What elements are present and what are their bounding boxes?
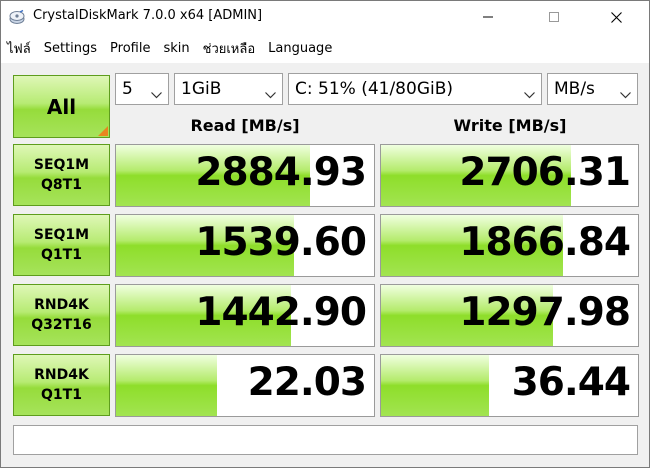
- read-result-value: 1442.90: [195, 290, 367, 335]
- write-result-value: 1866.84: [459, 220, 631, 265]
- menu-file[interactable]: ไฟล์: [1, 38, 38, 59]
- drive-select[interactable]: C: 51% (41/80GiB): [288, 73, 542, 105]
- test-size-value: 1GiB: [181, 79, 222, 99]
- write-result-value: 1297.98: [459, 290, 631, 335]
- maximize-button[interactable]: [531, 1, 577, 33]
- test-button-seq1m-q1t1[interactable]: SEQ1M Q1T1: [13, 214, 110, 276]
- read-result-value: 1539.60: [195, 220, 367, 265]
- test-count-select[interactable]: 5: [115, 73, 169, 105]
- test-name-line2: Q1T1: [41, 247, 82, 263]
- menu-settings[interactable]: Settings: [38, 41, 104, 56]
- test-name-line2: Q8T1: [41, 177, 82, 193]
- test-button-rnd4k-q32t16[interactable]: RND4K Q32T16: [13, 284, 110, 346]
- write-result-bar: [381, 355, 489, 416]
- main-panel: All 5 1GiB C: 51% (41/80GiB) MB/s Read […: [1, 63, 649, 467]
- write-result-cell: 2706.31: [380, 144, 639, 207]
- run-all-button[interactable]: All: [13, 75, 110, 138]
- test-count-value: 5: [122, 79, 133, 99]
- title-bar: CrystalDiskMark 7.0.0 x64 [ADMIN]: [1, 1, 649, 33]
- window-title: CrystalDiskMark 7.0.0 x64 [ADMIN]: [33, 8, 263, 23]
- read-result-value: 2884.93: [195, 150, 367, 195]
- minimize-button[interactable]: [465, 1, 511, 33]
- menu-language[interactable]: Language: [262, 41, 339, 56]
- chevron-down-icon: [151, 84, 162, 104]
- read-result-cell: 22.03: [115, 354, 375, 417]
- corner-triangle-icon: [98, 126, 108, 136]
- test-name-line2: Q32T16: [31, 317, 92, 333]
- comment-field[interactable]: [13, 425, 638, 455]
- write-result-value: 2706.31: [459, 150, 631, 195]
- write-result-value: 36.44: [511, 360, 631, 405]
- write-result-cell: 1297.98: [380, 284, 639, 347]
- read-result-cell: 1539.60: [115, 214, 375, 277]
- minimize-icon: [483, 12, 493, 22]
- read-result-bar: [116, 355, 217, 416]
- app-window: CrystalDiskMark 7.0.0 x64 [ADMIN] ไฟล์ S…: [0, 0, 650, 468]
- unit-value: MB/s: [554, 79, 595, 99]
- write-column-header: Write [MB/s]: [453, 116, 567, 135]
- menu-skin[interactable]: skin: [157, 41, 196, 56]
- menu-bar: ไฟล์ Settings Profile skin ช่วยเหลือ Lan…: [1, 35, 649, 61]
- unit-select[interactable]: MB/s: [547, 73, 638, 105]
- chevron-down-icon: [265, 84, 276, 104]
- menu-profile[interactable]: Profile: [104, 41, 157, 56]
- read-result-cell: 1442.90: [115, 284, 375, 347]
- read-result-cell: 2884.93: [115, 144, 375, 207]
- test-button-rnd4k-q1t1[interactable]: RND4K Q1T1: [13, 354, 110, 416]
- close-button[interactable]: [593, 1, 639, 33]
- chevron-down-icon: [620, 84, 631, 104]
- read-result-value: 22.03: [247, 360, 367, 405]
- test-size-select[interactable]: 1GiB: [174, 73, 283, 105]
- test-name-line1: SEQ1M: [33, 227, 90, 243]
- write-result-cell: 1866.84: [380, 214, 639, 277]
- chevron-down-icon: [524, 84, 535, 104]
- test-name-line1: RND4K: [34, 367, 89, 383]
- close-icon: [610, 11, 622, 23]
- maximize-icon: [549, 12, 559, 22]
- drive-value: C: 51% (41/80GiB): [295, 79, 454, 99]
- menu-help[interactable]: ช่วยเหลือ: [197, 38, 263, 59]
- write-result-cell: 36.44: [380, 354, 639, 417]
- test-name-line1: SEQ1M: [33, 157, 90, 173]
- test-name-line2: Q1T1: [41, 387, 82, 403]
- test-name-line1: RND4K: [34, 297, 89, 313]
- run-all-label: All: [46, 94, 77, 119]
- crystaldiskmark-icon: [9, 9, 25, 25]
- read-column-header: Read [MB/s]: [190, 116, 300, 135]
- test-button-seq1m-q8t1[interactable]: SEQ1M Q8T1: [13, 144, 110, 206]
